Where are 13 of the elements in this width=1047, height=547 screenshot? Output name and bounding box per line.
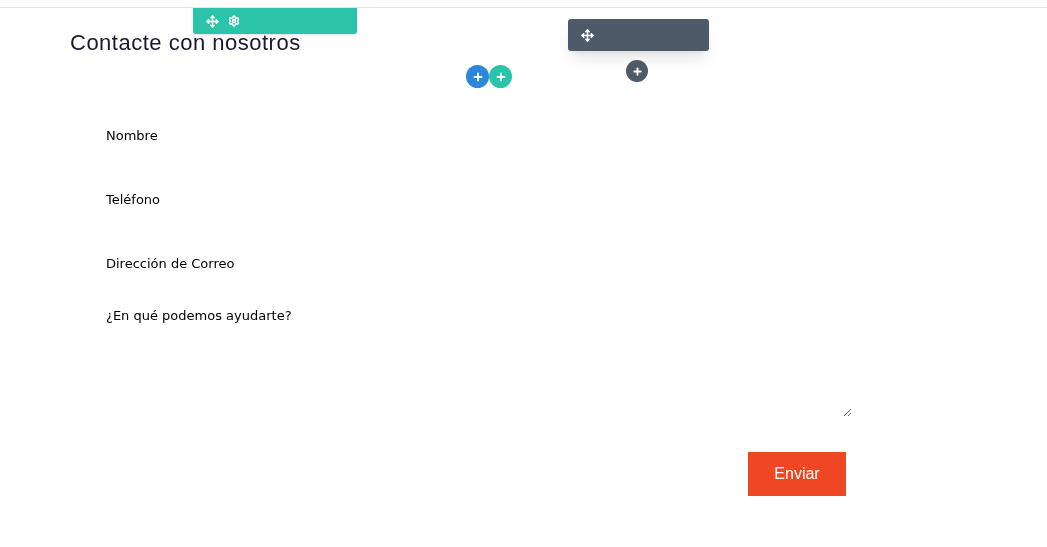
input-field[interactable]: Dirección de Correo (100, 238, 852, 288)
add-icon (631, 65, 643, 77)
move-icon[interactable] (581, 28, 594, 42)
section-heading: Contacte con nosotros (70, 29, 301, 57)
add-icon (494, 70, 507, 83)
input-field[interactable]: Teléfono (100, 174, 852, 224)
add-icon (471, 70, 484, 83)
add-button[interactable] (466, 65, 489, 88)
add-button[interactable] (626, 60, 648, 82)
submit-button[interactable]: Enviar (748, 452, 846, 496)
settings-icon[interactable] (228, 15, 240, 27)
message-field[interactable]: ¿En qué podemos ayudarte? (100, 302, 852, 417)
input-field[interactable]: Nombre (100, 110, 852, 160)
